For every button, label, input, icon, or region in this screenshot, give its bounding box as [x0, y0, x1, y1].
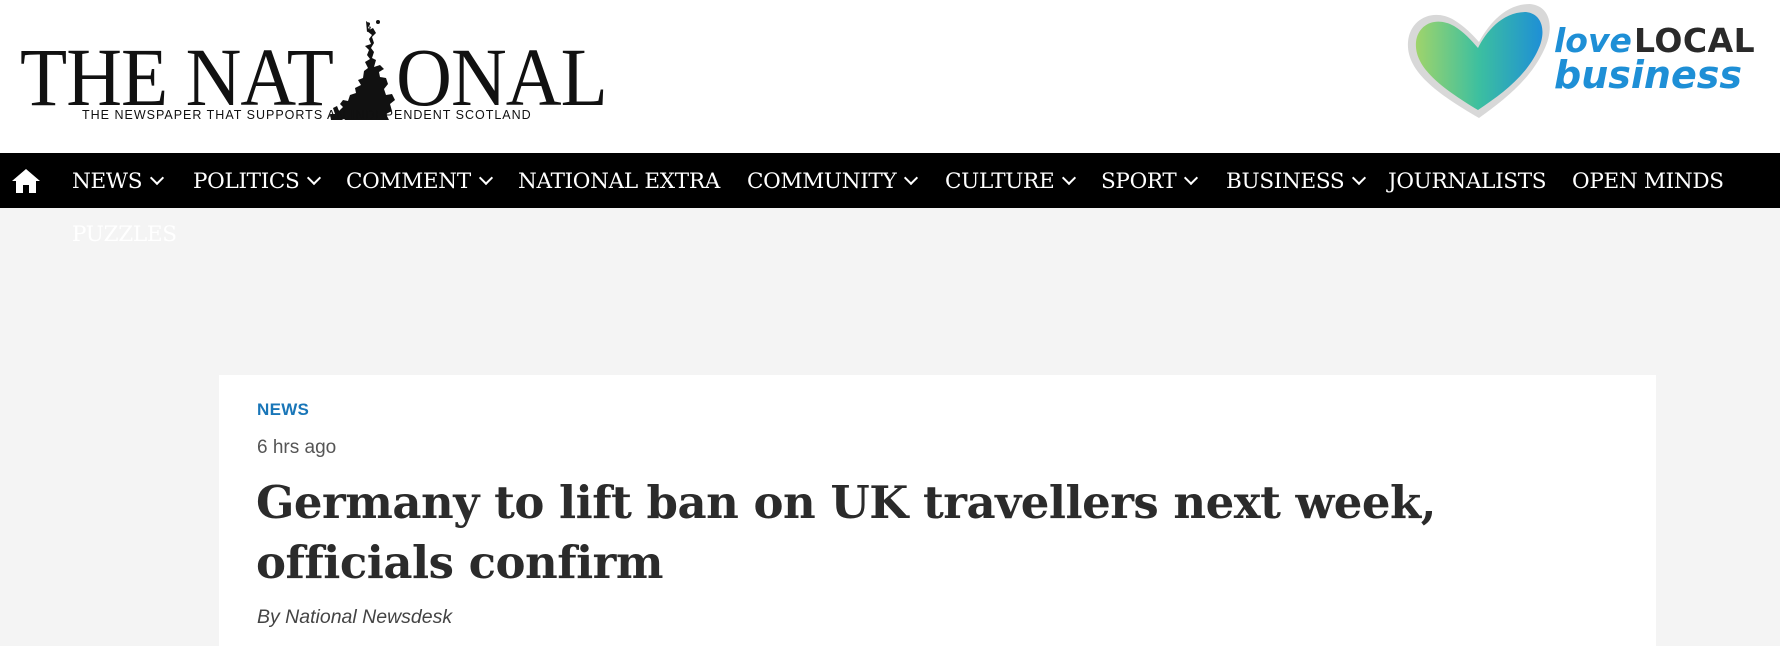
article-byline: By National Newsdesk [257, 606, 453, 628]
love-local-business-promo[interactable]: love LOCAL business [1404, 0, 1756, 125]
article-header-card: NEWS 6 hrs ago Germany to lift ban on UK… [219, 375, 1656, 646]
nav-item-national-extra[interactable]: NATIONAL EXTRA [518, 153, 720, 208]
chevron-down-icon [150, 170, 165, 186]
nav-item-puzzles[interactable]: PUZZLES [72, 222, 177, 247]
article-headline: Germany to lift ban on UK travellers nex… [256, 476, 1436, 589]
masthead: THE NAT ONAL THE NEWSPAPER THAT SUPPORTS … [0, 0, 1780, 153]
section-link[interactable]: NEWS [257, 400, 309, 420]
chevron-down-icon [1184, 170, 1199, 186]
scotland-map-icon [330, 20, 395, 120]
logo-tagline: THE NEWSPAPER THAT SUPPORTS AN INDEPENDE… [82, 108, 532, 122]
nav-item-open-minds[interactable]: OPEN MINDS [1572, 153, 1724, 208]
chevron-down-icon [904, 170, 919, 186]
chevron-down-icon [478, 170, 493, 186]
main-nav: NEWS POLITICS COMMENT NATIONAL EXTRA COM… [0, 153, 1780, 208]
nav-item-culture[interactable]: CULTURE [945, 153, 1077, 208]
nav-item-business[interactable]: BUSINESS [1226, 153, 1367, 208]
chevron-down-icon [307, 170, 322, 186]
chevron-down-icon [1352, 170, 1367, 186]
home-icon[interactable] [11, 168, 41, 194]
nav-item-journalists[interactable]: JOURNALISTS [1388, 153, 1546, 208]
promo-business-text: business [1554, 53, 1742, 97]
nav-item-community[interactable]: COMMUNITY [747, 153, 919, 208]
logo-wordmark: THE NAT ONAL [20, 31, 608, 123]
chevron-down-icon [1062, 170, 1077, 186]
nav-item-sport[interactable]: SPORT [1101, 153, 1199, 208]
nav-item-news[interactable]: NEWS [72, 153, 165, 208]
nav-item-politics[interactable]: POLITICS [193, 153, 322, 208]
heart-icon [1407, 4, 1550, 118]
article-timestamp: 6 hrs ago [257, 437, 337, 458]
site-logo[interactable]: THE NAT ONAL THE NEWSPAPER THAT SUPPORTS … [20, 18, 608, 128]
nav-item-comment[interactable]: COMMENT [346, 153, 493, 208]
